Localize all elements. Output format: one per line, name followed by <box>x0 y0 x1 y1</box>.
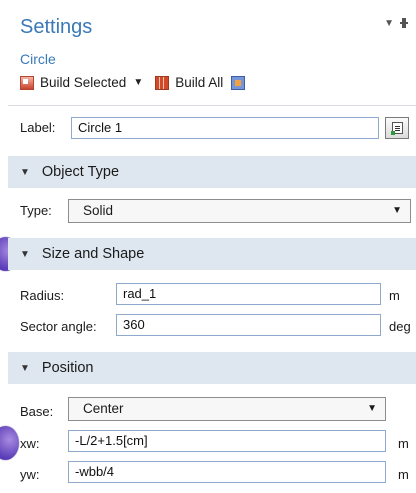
panel-title: Settings <box>20 16 93 38</box>
base-row: Base: <box>20 404 53 419</box>
zoom-extents-icon[interactable] <box>231 75 246 90</box>
xw-label: xw: <box>20 436 40 451</box>
label-row: Label: <box>20 120 55 135</box>
dropdown-menu-icon[interactable]: ▼ <box>384 18 394 29</box>
expand-triangle-icon: ▼ <box>20 166 30 178</box>
section-size-and-shape[interactable]: ▼ Size and Shape <box>8 238 416 270</box>
sector-angle-label: Sector angle: <box>20 319 97 334</box>
notes-icon <box>391 122 403 135</box>
build-all-icon[interactable] <box>155 75 170 90</box>
type-select[interactable]: Solid ▼ <box>68 199 411 223</box>
build-selected-icon[interactable] <box>20 75 34 90</box>
chevron-down-icon[interactable]: ▼ <box>133 77 143 88</box>
build-all-button[interactable]: Build All <box>175 75 223 90</box>
yw-row: yw: <box>20 467 40 482</box>
section-title: Object Type <box>41 164 120 180</box>
radius-label: Radius: <box>20 288 65 303</box>
callout-marker-position <box>0 426 19 460</box>
build-toolbar: Build Selected ▼ Build All <box>20 75 246 90</box>
node-type-subtitle: Circle <box>20 51 56 67</box>
label-field-label: Label: <box>20 120 56 135</box>
expand-triangle-icon: ▼ <box>20 362 30 374</box>
chevron-down-icon: ▼ <box>392 205 402 216</box>
type-label: Type: <box>20 203 52 218</box>
xw-input[interactable]: -L/2+1.5[cm] <box>68 430 386 452</box>
radius-row: Radius: <box>20 288 64 303</box>
expand-triangle-icon: ▼ <box>20 248 30 260</box>
sector-angle-unit: deg <box>389 319 411 334</box>
label-editor-button[interactable] <box>385 117 409 139</box>
type-select-value: Solid <box>83 203 114 218</box>
xw-unit: m <box>398 436 409 451</box>
label-input[interactable]: Circle 1 <box>71 117 379 139</box>
base-select-value: Center <box>83 401 124 416</box>
section-title: Position <box>41 360 94 376</box>
settings-panel: Settings ▼ Circle Build Selected ▼ Build… <box>0 0 416 493</box>
xw-row: xw: <box>20 436 40 451</box>
section-position[interactable]: ▼ Position <box>8 352 416 384</box>
section-title: Size and Shape <box>41 246 145 262</box>
base-label: Base: <box>20 404 54 419</box>
panel-window-controls: ▼ <box>384 18 408 29</box>
section-object-type[interactable]: ▼ Object Type <box>8 156 416 188</box>
yw-unit: m <box>398 467 409 482</box>
chevron-down-icon: ▼ <box>367 403 377 414</box>
yw-input[interactable]: -wbb/4 <box>68 461 386 483</box>
base-select[interactable]: Center ▼ <box>68 397 386 421</box>
yw-label: yw: <box>20 467 40 482</box>
pin-icon[interactable] <box>400 18 408 28</box>
radius-unit: m <box>389 288 400 303</box>
sector-angle-input[interactable]: 360 <box>116 314 381 336</box>
divider <box>8 105 416 106</box>
type-row: Type: <box>20 203 52 218</box>
build-selected-button[interactable]: Build Selected <box>40 75 126 90</box>
sector-angle-row: Sector angle: <box>20 319 97 334</box>
radius-input[interactable]: rad_1 <box>116 283 381 305</box>
